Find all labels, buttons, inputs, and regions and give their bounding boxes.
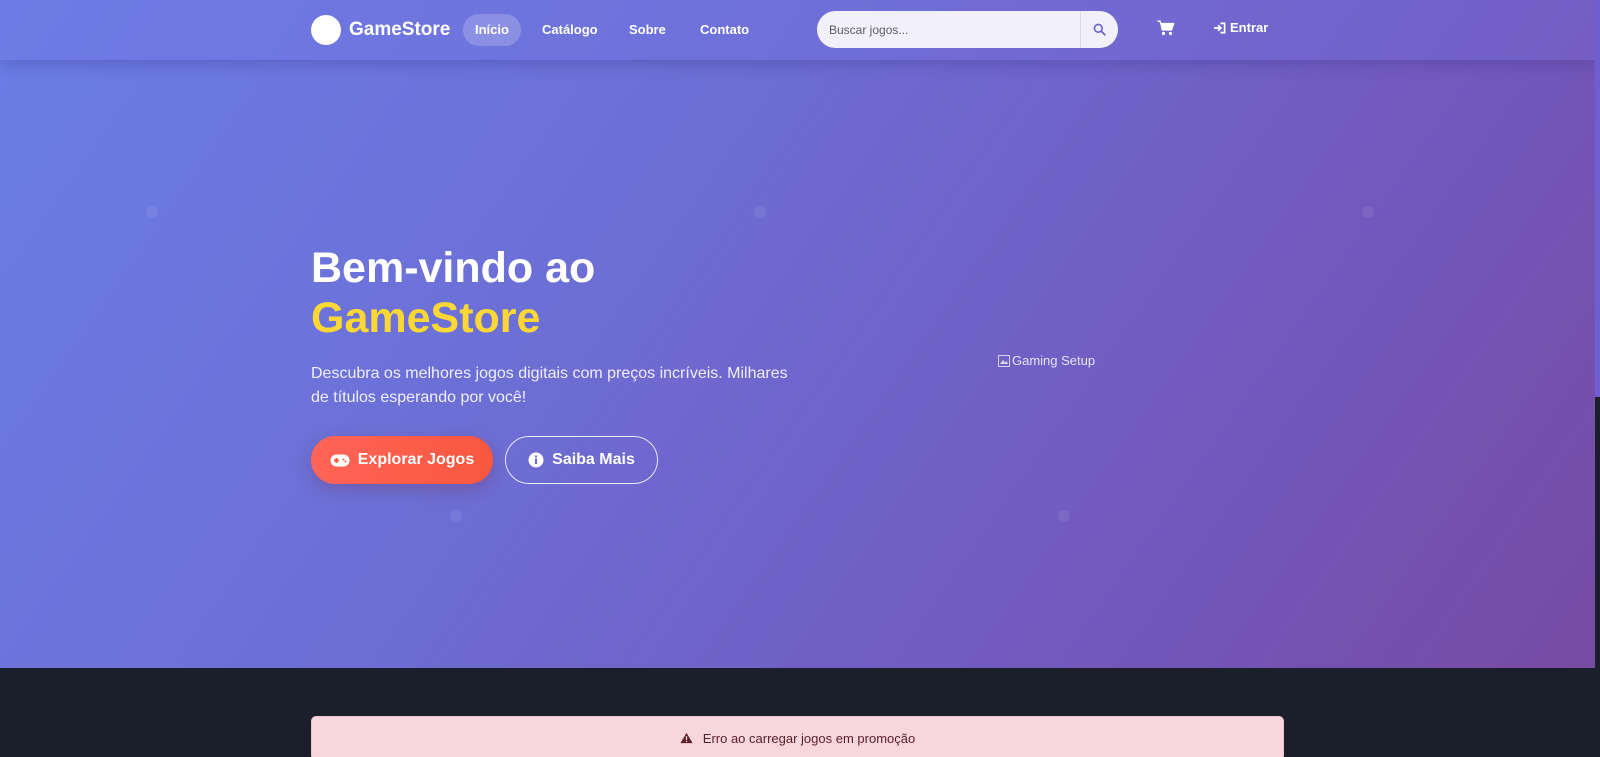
hero-image-alt: Gaming Setup [1012, 353, 1096, 368]
search-icon [1093, 23, 1106, 36]
learn-more-button[interactable]: Saiba Mais [505, 436, 658, 484]
search-button[interactable] [1080, 11, 1118, 48]
navbar: GameStore Início Catálogo Sobre Contato [0, 0, 1595, 60]
brand[interactable]: GameStore [311, 15, 450, 45]
explore-games-label: Explorar Jogos [357, 451, 475, 468]
hero-title-highlight: GameStore [311, 294, 541, 342]
decorative-dot [450, 510, 462, 522]
page: GameStore Início Catálogo Sobre Contato [0, 0, 1600, 757]
decorative-dot [754, 206, 766, 218]
hero-title: Bem-vindo ao GameStore [311, 243, 595, 343]
search-input[interactable] [817, 11, 1080, 48]
brand-logo [311, 15, 341, 45]
login-link[interactable]: Entrar [1213, 20, 1268, 35]
nav-link-inicio[interactable]: Início [463, 14, 521, 46]
hero-subtitle: Descubra os melhores jogos digitais com … [311, 365, 788, 406]
hero-section: GameStore Início Catálogo Sobre Contato [0, 0, 1595, 668]
decorative-dot [146, 206, 158, 218]
nav-link-sobre[interactable]: Sobre [617, 14, 678, 46]
sign-in-icon [1213, 22, 1226, 33]
login-label: Entrar [1230, 20, 1269, 35]
error-alert-message: Erro ao carregar jogos em promoção [702, 730, 916, 746]
hero-image: Gaming Setup [998, 353, 1095, 368]
cart-button[interactable] [1157, 20, 1175, 41]
search-bar [817, 11, 1118, 48]
decorative-dot [1362, 206, 1374, 218]
explore-games-button[interactable]: Explorar Jogos [311, 436, 493, 484]
cart-icon [1157, 20, 1175, 36]
brand-name: GameStore [349, 19, 451, 40]
broken-image-icon [998, 354, 1010, 367]
learn-more-label: Saiba Mais [552, 451, 635, 468]
scrollbar-thumb[interactable] [1595, 0, 1600, 397]
warning-triangle-icon [680, 732, 693, 744]
info-circle-icon [528, 452, 544, 468]
gamepad-icon [330, 454, 350, 466]
error-alert: Erro ao carregar jogos em promoção [311, 716, 1284, 757]
hero-title-line1: Bem-vindo ao [311, 244, 596, 292]
decorative-dot [1058, 510, 1070, 522]
nav-link-catalogo[interactable]: Catálogo [530, 14, 610, 46]
nav-link-contato[interactable]: Contato [688, 14, 761, 46]
